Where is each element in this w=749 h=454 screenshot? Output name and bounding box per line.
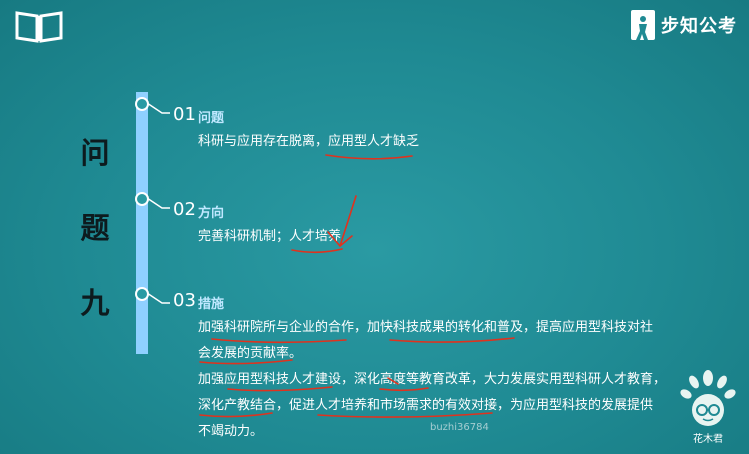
watermark: buzhi36784 [430, 422, 489, 433]
slide: 步知公考 问 题 九 01 问题 科研与应用存在脱离，应用型人才缺乏 02 方向… [0, 0, 749, 454]
mascot-label: 花木君 [693, 432, 723, 445]
handwritten-annotations [199, 154, 515, 418]
mascot-icon: 花木君 [680, 370, 736, 445]
